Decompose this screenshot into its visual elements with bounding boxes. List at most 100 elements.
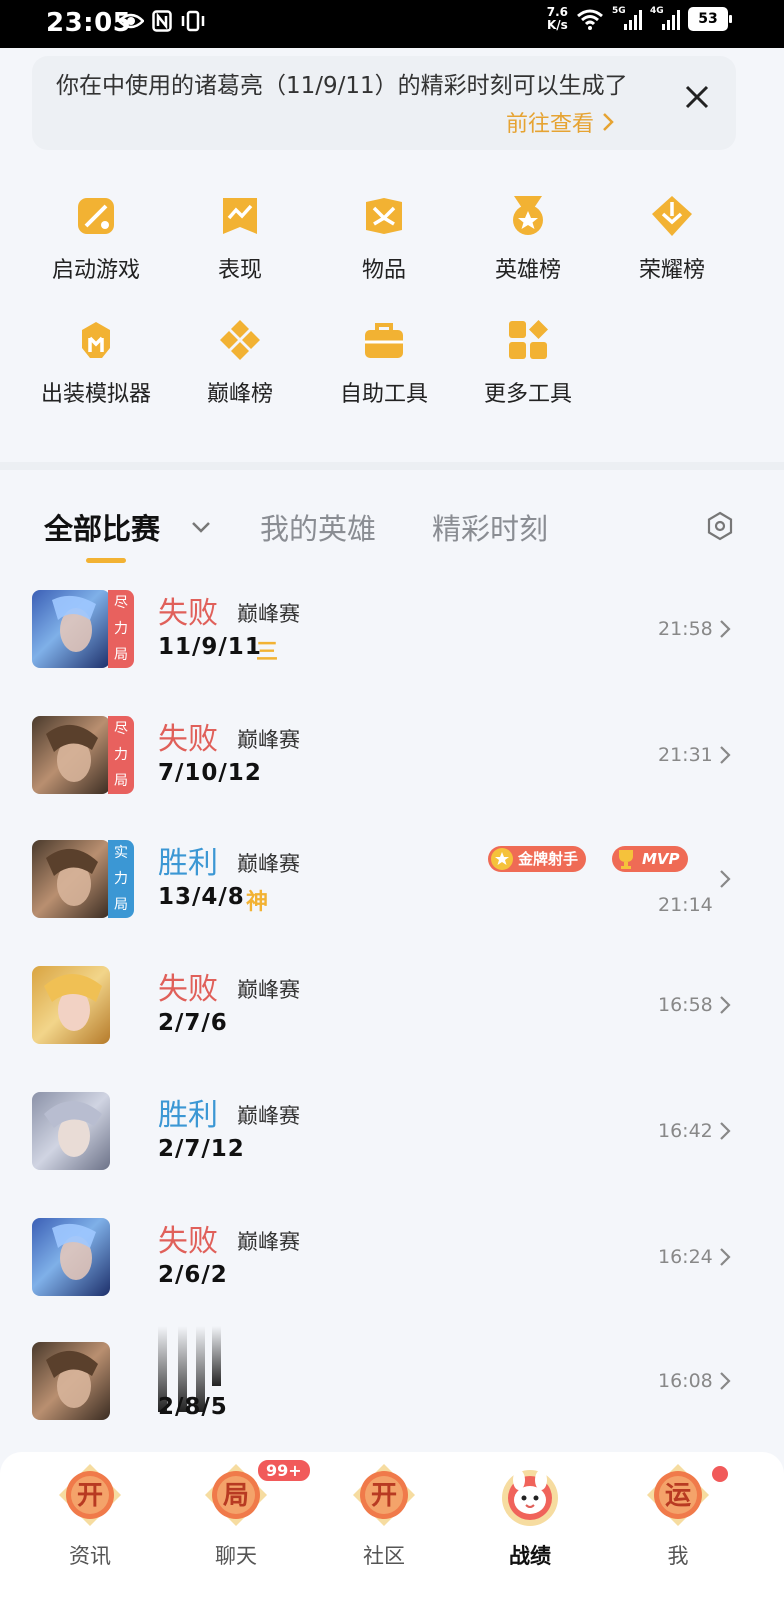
match-result: 失败 [158, 972, 218, 1007]
match-kda: 13/4/8 [158, 884, 245, 910]
peak-rank-icon [220, 320, 260, 360]
hero-avatar [32, 1218, 110, 1296]
match-time: 16:08 [658, 1370, 713, 1392]
chevron-right-icon [720, 996, 731, 1014]
chevron-right-icon [720, 1372, 731, 1390]
bottom-navigation: 开 资讯 局 聊天 99+ 开 社区 战绩 运 我 [0, 1452, 784, 1600]
match-kda: 2/7/12 [158, 1136, 245, 1162]
items-icon [366, 198, 402, 234]
wifi-icon [577, 9, 603, 30]
hero-avatar [32, 1342, 110, 1420]
mvp-medal: MVP [612, 846, 688, 872]
match-time: 21:58 [658, 618, 713, 640]
shortcut-self-service[interactable]: 自助工具 [312, 318, 456, 408]
shortcut-hero-rank[interactable]: 英雄榜 [456, 194, 600, 284]
match-time: 21:31 [658, 744, 713, 766]
chevron-right-icon [603, 113, 614, 131]
match-mode: 巅峰赛 [237, 1230, 300, 1254]
match-mode: 巅峰赛 [237, 1104, 300, 1128]
match-row[interactable]: 实 力 局 胜利 巅峰赛 13/4/8 神 金牌射手 MVP 21:14 [0, 840, 784, 940]
nav-records[interactable]: 战绩 [470, 1462, 590, 1570]
settings-hexagon-icon[interactable] [704, 510, 736, 542]
status-bar: 23:05 7.6 K/s 5G 4G 53 [0, 0, 784, 48]
match-time: 16:58 [658, 994, 713, 1016]
triple-kill-badge: 三 [256, 640, 279, 665]
match-kda: 7/10/12 [158, 760, 262, 786]
active-tab-indicator [86, 558, 126, 563]
match-row[interactable]: 尽 力 局 失败 巅峰赛 11/9/11 三 21:58 [0, 590, 784, 690]
signal-5g-icon: 5G [612, 6, 642, 30]
hero-avatar [32, 966, 110, 1044]
svg-text:开: 开 [77, 1481, 103, 1511]
notice-text: 你在中使用的诸葛亮（11/9/11）的精彩时刻可以生成了 [56, 73, 628, 99]
highlight-notice-banner[interactable]: 你在中使用的诸葛亮（11/9/11）的精彩时刻可以生成了 前往查看 [32, 56, 736, 150]
legendary-badge: 神 [246, 890, 269, 915]
vibrate-icon [181, 10, 205, 32]
match-row[interactable]: 失败 巅峰赛 2/7/6 16:58 [0, 966, 784, 1066]
match-row[interactable]: 尽 力 局 失败 巅峰赛 7/10/12 21:31 [0, 716, 784, 816]
nav-community[interactable]: 开 社区 [324, 1462, 444, 1570]
section-divider [0, 462, 784, 470]
match-mode: 巅峰赛 [237, 852, 300, 876]
hero-avatar [32, 1092, 110, 1170]
chevron-right-icon [720, 870, 731, 888]
close-icon[interactable] [682, 82, 712, 112]
match-result: 失败 [158, 722, 218, 757]
shortcut-performance[interactable]: 表现 [168, 194, 312, 284]
eye-icon [118, 13, 144, 29]
shortcut-build-simulator[interactable]: 出装模拟器 [24, 318, 168, 408]
tab-my-heroes[interactable]: 我的英雄 [260, 506, 376, 548]
battery-indicator: 53 [688, 7, 732, 31]
notice-view-link[interactable]: 前往查看 [506, 106, 614, 138]
trophy-icon [619, 850, 633, 869]
match-result: 胜利 [158, 1098, 218, 1133]
match-time: 21:14 [658, 894, 713, 916]
match-time: 16:42 [658, 1120, 713, 1142]
match-result: 失败 [158, 596, 218, 631]
me-lucky-icon: 运 [647, 1464, 709, 1526]
tab-all-matches[interactable]: 全部比赛 [44, 506, 160, 548]
shortcut-peak-rank[interactable]: 巅峰榜 [168, 318, 312, 408]
match-kda: 11/9/11 [158, 634, 262, 660]
tab-highlights[interactable]: 精彩时刻 [432, 506, 548, 548]
shortcut-items[interactable]: 物品 [312, 194, 456, 284]
community-lucky-icon: 开 [353, 1464, 415, 1526]
news-lucky-icon: 开 [59, 1464, 121, 1526]
effort-tag: 尽 力 局 [108, 590, 134, 668]
status-left-icons [118, 10, 206, 32]
match-kda: 2/7/6 [158, 1010, 228, 1036]
signal-4g-icon: 4G [650, 6, 680, 30]
records-mascot-icon [502, 1470, 558, 1526]
match-mode: 巅峰赛 [237, 728, 300, 752]
nav-news[interactable]: 开 资讯 [30, 1462, 150, 1570]
chevron-right-icon [720, 746, 731, 764]
match-kda: 2/8/5 [158, 1394, 228, 1420]
chevron-right-icon [720, 620, 731, 638]
chevron-down-icon[interactable] [188, 514, 214, 540]
performance-icon [223, 198, 257, 234]
match-result: 胜利 [158, 846, 218, 881]
notification-dot [712, 1466, 728, 1482]
match-kda: 2/6/2 [158, 1262, 228, 1288]
hero-avatar [32, 716, 110, 794]
star-medal-icon [491, 848, 513, 870]
match-time: 16:24 [658, 1246, 713, 1268]
net-speed: 7.6 K/s [546, 5, 568, 32]
match-row[interactable]: 2/8/5 16:08 [0, 1326, 784, 1442]
status-right-icons: 7.6 K/s 5G 4G 53 [546, 5, 732, 32]
build-simulator-icon [82, 322, 110, 358]
gold-shooter-medal: 金牌射手 [488, 846, 587, 872]
nfc-icon [152, 10, 172, 32]
more-tools-icon [509, 320, 548, 359]
glory-rank-icon [652, 196, 692, 236]
match-result: 失败 [158, 1224, 218, 1259]
shortcut-more-tools[interactable]: 更多工具 [456, 318, 600, 408]
chevron-right-icon [720, 1248, 731, 1266]
chevron-right-icon [720, 1122, 731, 1140]
match-row[interactable]: 胜利 巅峰赛 2/7/12 16:42 [0, 1092, 784, 1192]
match-row[interactable]: 失败 巅峰赛 2/6/2 16:24 [0, 1218, 784, 1318]
shortcut-glory-rank[interactable]: 荣耀榜 [600, 194, 744, 284]
shortcut-launch-game[interactable]: 启动游戏 [24, 194, 168, 284]
hero-avatar [32, 590, 110, 668]
match-tabs: 全部比赛 我的英雄 精彩时刻 [0, 496, 784, 566]
